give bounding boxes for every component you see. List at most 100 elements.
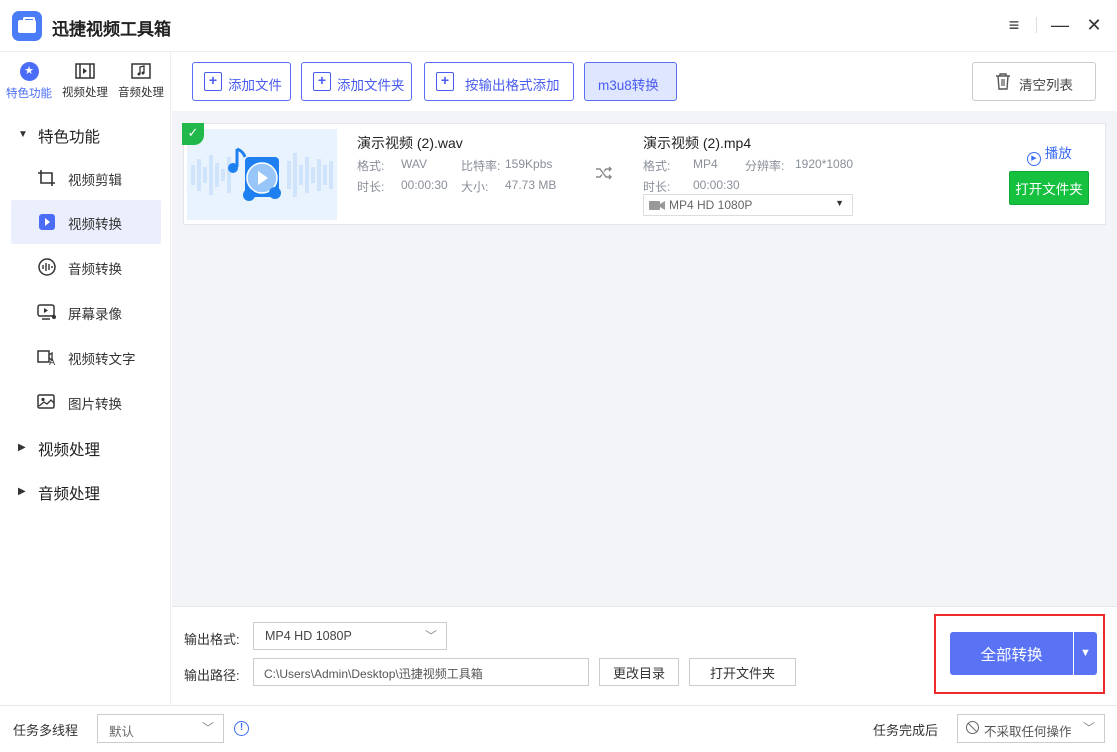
sidebar-item-video-edit[interactable]: 视频剪辑 — [11, 156, 161, 200]
change-directory-button[interactable]: 更改目录 — [599, 658, 679, 686]
clear-list-button[interactable]: 清空列表 — [972, 62, 1096, 101]
chevron-down-icon: ﹀ — [1082, 721, 1095, 735]
target-duration-value: 00:00:30 — [693, 178, 740, 192]
play-button[interactable]: ▶ 播放 — [1027, 142, 1072, 166]
convert-all-button[interactable]: 全部转换 — [950, 632, 1073, 675]
add-by-format-button[interactable]: + 按输出格式添加 — [424, 62, 574, 101]
resolution-label: 分辨率: — [745, 159, 785, 173]
topnav-video[interactable]: 视频处理 — [57, 60, 113, 106]
target-duration-label: 时长: — [643, 180, 671, 194]
main-panel: + 添加文件 + 添加文件夹 + 按输出格式添加 m3u8转换 清空列表 ✓ 演… — [172, 52, 1117, 705]
button-label: 添加文件 — [228, 78, 282, 93]
resolution-value: 1920*1080 — [795, 157, 854, 171]
add-icon: + — [313, 72, 331, 91]
group-featured[interactable]: ▼ 特色功能 — [0, 116, 171, 152]
sidebar-item-label: 视频剪辑 — [68, 173, 122, 188]
caret-right-icon: ▶ — [18, 486, 26, 497]
hamburger-icon[interactable]: ≡ — [1003, 14, 1025, 36]
open-folder-button[interactable]: 打开文件夹 — [1009, 171, 1089, 205]
topnav-featured[interactable]: ★ 特色功能 — [1, 60, 57, 106]
sidebar-item-video-to-text[interactable]: A 视频转文字 — [11, 335, 161, 379]
size-value: 47.73 MB — [505, 178, 557, 192]
convert-options-dropdown[interactable]: ▼ — [1074, 632, 1097, 675]
sidebar-item-label: 屏幕录像 — [68, 307, 122, 322]
toolbar: + 添加文件 + 添加文件夹 + 按输出格式添加 m3u8转换 清空列表 — [172, 52, 1117, 111]
bitrate-label: 比特率: — [461, 159, 501, 173]
chevron-down-icon: ﹀ — [424, 629, 437, 643]
play-label: 播放 — [1044, 146, 1072, 161]
sidebar-item-video-convert[interactable]: 视频转换 — [11, 200, 161, 244]
m3u8-convert-button[interactable]: m3u8转换 — [584, 62, 677, 101]
size-label: 大小: — [461, 180, 489, 194]
sidebar-item-label: 音频转换 — [68, 262, 122, 277]
toolbox-logo-icon — [12, 11, 42, 41]
sidebar-item-audio-convert[interactable]: 音频转换 — [11, 245, 161, 289]
crop-icon — [38, 170, 55, 186]
add-icon: + — [204, 72, 222, 91]
group-video-processing[interactable]: ▶ 视频处理 — [0, 429, 171, 465]
sidebar-item-label: 视频转文字 — [68, 352, 136, 367]
shuffle-convert-icon — [596, 166, 612, 180]
group-audio-processing[interactable]: ▶ 音频处理 — [0, 473, 171, 509]
duration-label: 时长: — [357, 180, 385, 194]
output-path-label: 输出路径: — [184, 668, 240, 683]
chevron-down-icon: ﹀ — [201, 721, 214, 735]
file-list-item[interactable]: ✓ 演示视频 (2).wav 格式: WAV 比特率: 159Kpbs 时长: … — [182, 123, 1106, 225]
button-label: 按输出格式添加 — [465, 78, 560, 93]
topnav-audio[interactable]: 音频处理 — [113, 60, 169, 106]
star-icon: ★ — [19, 62, 39, 81]
video-to-text-icon: A — [37, 350, 56, 366]
video-camera-icon — [649, 201, 665, 210]
image-icon — [37, 394, 55, 409]
after-completion-select[interactable]: 不采取任何操作 ﹀ — [957, 714, 1105, 743]
sidebar-item-image-convert[interactable]: 图片转换 — [11, 380, 161, 424]
output-format-value: MP4 HD 1080P — [265, 629, 352, 643]
info-icon[interactable]: ! — [234, 721, 249, 736]
output-format-label: 输出格式: — [184, 632, 240, 647]
audio-wave-icon — [38, 258, 56, 276]
open-output-folder-button[interactable]: 打开文件夹 — [689, 658, 796, 686]
source-format-label: 格式: — [357, 159, 385, 173]
threads-select[interactable]: 默认 ﹀ — [97, 714, 224, 743]
trash-icon — [996, 73, 1010, 90]
app-title: 迅捷视频工具箱 — [52, 20, 171, 39]
output-settings-panel: 输出格式: MP4 HD 1080P ﹀ 输出路径: C:\Users\Admi… — [172, 606, 1117, 705]
audio-waveform-thumbnail — [191, 147, 333, 201]
topnav-label: 音频处理 — [118, 87, 164, 99]
film-icon — [75, 63, 95, 79]
output-path-field[interactable]: C:\Users\Admin\Desktop\迅捷视频工具箱 — [253, 658, 589, 686]
group-label: 视频处理 — [38, 442, 101, 459]
sidebar-item-screen-record[interactable]: 屏幕录像 — [11, 290, 161, 334]
topnav-label: 特色功能 — [6, 88, 52, 100]
music-icon — [131, 63, 151, 79]
button-label: m3u8转换 — [598, 78, 659, 93]
output-preset-select[interactable]: MP4 HD 1080P ▼ — [643, 194, 853, 216]
topnav-label: 视频处理 — [62, 87, 108, 99]
source-file-name: 演示视频 (2).wav — [357, 135, 463, 151]
output-preset-value: MP4 HD 1080P — [669, 198, 753, 212]
source-format-value: WAV — [401, 157, 427, 171]
sidebar: ★ 特色功能 视频处理 音频处理 ▼ 特色功能 视频剪辑 视频转换 音频转换 屏… — [0, 52, 171, 705]
output-format-select[interactable]: MP4 HD 1080P ﹀ — [253, 622, 447, 650]
button-label: 清空列表 — [1019, 78, 1073, 93]
after-completion-label: 任务完成后 — [873, 723, 939, 738]
sidebar-item-label: 图片转换 — [68, 397, 122, 412]
add-icon: + — [436, 72, 454, 91]
screen-record-icon — [37, 304, 56, 320]
target-file-name: 演示视频 (2).mp4 — [643, 135, 752, 151]
minimize-icon[interactable]: — — [1049, 14, 1071, 36]
threads-label: 任务多线程 — [13, 723, 79, 738]
status-bar: 任务多线程 默认 ﹀ ! 任务完成后 不采取任何操作 ﹀ — [0, 705, 1117, 752]
close-icon[interactable]: ✕ — [1083, 14, 1105, 36]
svg-text:A: A — [49, 358, 56, 366]
bitrate-value: 159Kpbs — [505, 157, 553, 171]
target-format-value: MP4 — [693, 157, 718, 171]
top-nav: ★ 特色功能 视频处理 音频处理 — [0, 52, 171, 108]
group-label: 特色功能 — [38, 129, 101, 146]
video-convert-icon — [39, 214, 55, 230]
add-folder-button[interactable]: + 添加文件夹 — [301, 62, 412, 101]
add-file-button[interactable]: + 添加文件 — [192, 62, 291, 101]
sidebar-item-label: 视频转换 — [68, 217, 122, 232]
duration-value: 00:00:30 — [401, 178, 448, 192]
title-bar: 迅捷视频工具箱 ≡ — ✕ — [0, 0, 1117, 52]
